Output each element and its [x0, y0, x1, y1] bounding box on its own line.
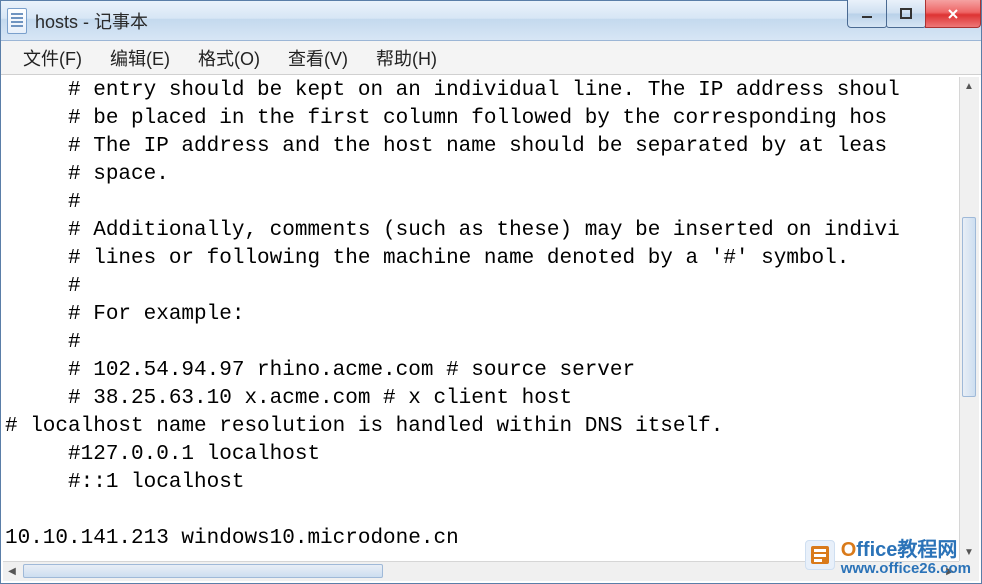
- menubar: 文件(F) 编辑(E) 格式(O) 查看(V) 帮助(H): [1, 41, 981, 75]
- scroll-right-arrow-icon[interactable]: ▶: [941, 562, 959, 580]
- text-editor[interactable]: # entry should be kept on an individual …: [5, 77, 959, 561]
- scrollbar-corner: [959, 561, 979, 581]
- editor-area: # entry should be kept on an individual …: [1, 75, 981, 583]
- minimize-button[interactable]: [847, 0, 887, 28]
- scroll-down-arrow-icon[interactable]: ▼: [960, 543, 978, 561]
- vertical-scroll-thumb[interactable]: [962, 217, 976, 397]
- menu-file[interactable]: 文件(F): [9, 42, 96, 74]
- notepad-window: hosts - 记事本 文件(F) 编辑(E) 格式(O) 查看(V) 帮助(H…: [0, 0, 982, 584]
- notepad-icon: [7, 8, 27, 34]
- scroll-up-arrow-icon[interactable]: ▲: [960, 77, 978, 95]
- titlebar[interactable]: hosts - 记事本: [1, 1, 981, 41]
- close-button[interactable]: [925, 0, 981, 28]
- minimize-icon: [861, 8, 873, 20]
- scroll-left-arrow-icon[interactable]: ◀: [3, 562, 21, 580]
- menu-help[interactable]: 帮助(H): [362, 42, 451, 74]
- horizontal-scrollbar[interactable]: ◀ ▶: [3, 561, 959, 581]
- window-title: hosts - 记事本: [35, 8, 148, 34]
- close-icon: [947, 8, 959, 20]
- horizontal-scroll-thumb[interactable]: [23, 564, 383, 578]
- menu-format[interactable]: 格式(O): [184, 42, 274, 74]
- menu-view[interactable]: 查看(V): [274, 42, 362, 74]
- vertical-scrollbar[interactable]: ▲ ▼: [959, 77, 979, 561]
- menu-edit[interactable]: 编辑(E): [96, 42, 184, 74]
- maximize-icon: [900, 8, 912, 20]
- maximize-button[interactable]: [886, 0, 926, 28]
- window-controls: [848, 0, 981, 28]
